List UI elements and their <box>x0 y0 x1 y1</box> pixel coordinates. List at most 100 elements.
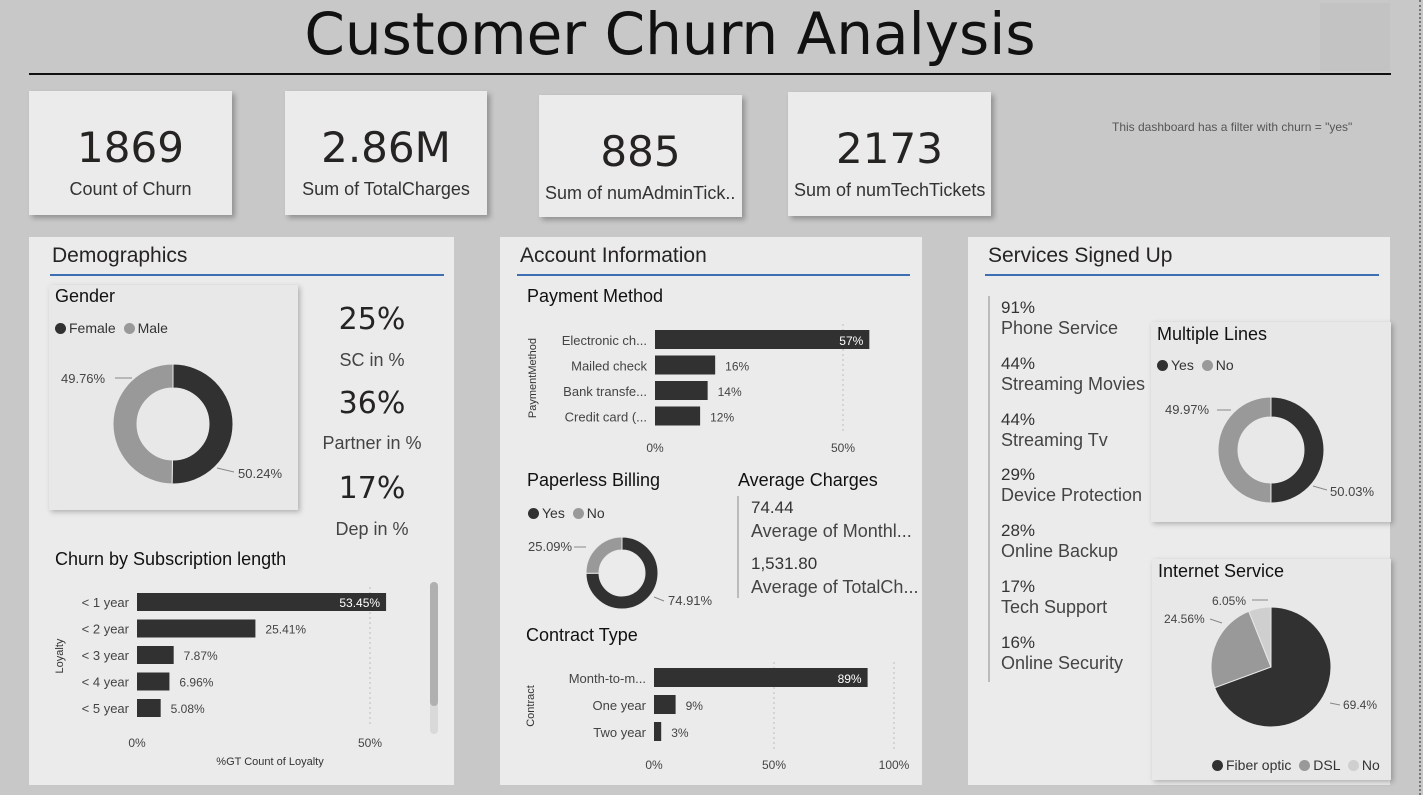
bar[interactable] <box>655 355 716 375</box>
gender-title: Gender <box>55 286 116 306</box>
bar[interactable] <box>654 668 868 687</box>
avg-monthly-label: Average of Monthl... <box>751 521 912 541</box>
kpi-card-total-charges[interactable]: 2.86M Sum of TotalCharges <box>285 91 487 215</box>
leader-line <box>653 596 665 602</box>
x-tick-label: 0% <box>646 441 664 455</box>
dep-label: Dep in % <box>335 519 409 539</box>
legend-dot-dsl <box>1299 760 1311 771</box>
subscription-bar-chart[interactable]: 0% 50% < 1 year 53.45% < 2 year 25.41% < 3 yea… <box>40 585 425 775</box>
category-label: Credit card (... <box>565 410 647 425</box>
category-label: < 2 year <box>82 622 130 637</box>
paperless-slice-no[interactable] <box>585 536 623 574</box>
avg-charges-divider <box>737 496 739 598</box>
bar[interactable] <box>137 699 161 717</box>
kpi-label: Count of Churn <box>69 179 192 199</box>
service-label: Device Protection <box>1001 485 1143 506</box>
paperless-donut[interactable]: 25.09% 74.91% <box>522 525 722 625</box>
paperless-legend[interactable]: Yes No <box>528 505 605 521</box>
service-value: 91% <box>1001 298 1036 317</box>
partner-value: 36% <box>338 386 406 421</box>
subscription-xlabel: %GT Count of Loyalty <box>216 756 324 768</box>
legend-dot-no <box>1201 360 1213 371</box>
data-label: 25.41% <box>265 623 306 637</box>
slice-label-female: 50.24% <box>238 466 283 481</box>
service-value: 28% <box>1001 521 1036 541</box>
data-label: 16% <box>725 360 749 374</box>
filter-note: This dashboard has a filter with churn =… <box>1112 120 1353 134</box>
bar[interactable] <box>655 330 870 349</box>
category-label: Month-to-m... <box>569 671 646 686</box>
contract-bar-chart[interactable]: 0% 50% 100% Month-to-m... 89% One year 9% Two y… <box>540 655 915 777</box>
leader-line <box>216 467 235 473</box>
services-rule <box>985 274 1379 276</box>
leader-line <box>1329 702 1341 706</box>
service-item: 91% Phone Service <box>1001 298 1118 339</box>
category-label: Two year <box>593 725 646 740</box>
bar[interactable] <box>655 381 708 400</box>
category-label: < 1 year <box>82 595 130 610</box>
subscription-title: Churn by Subscription length <box>55 549 287 569</box>
service-item: 28% Online Backup <box>1001 521 1118 562</box>
sc-label: SC in % <box>339 350 405 370</box>
multiple-lines-legend[interactable]: Yes No <box>1157 357 1234 373</box>
bar[interactable] <box>654 695 676 714</box>
category-label: Electronic ch... <box>562 333 647 348</box>
kpi-value: 2173 <box>836 124 943 173</box>
service-label: Online Backup <box>1001 541 1119 562</box>
bar[interactable] <box>655 406 701 426</box>
avg-total-label: Average of TotalCh... <box>751 577 919 597</box>
avg-total-value: 1,531.80 <box>751 554 818 573</box>
kpi-card-tech-tickets[interactable]: 2173 Sum of numTechTickets <box>788 92 991 216</box>
multiple-lines-donut[interactable]: 49.97% 50.03% <box>1151 378 1391 518</box>
data-label: 57% <box>839 334 863 348</box>
bar[interactable] <box>137 619 256 638</box>
slice-label-fiber: 69.4% <box>1343 698 1377 712</box>
services-title: Services Signed Up <box>988 244 1173 267</box>
kpi-card-admin-tickets[interactable]: 885 Sum of numAdminTick... <box>539 95 742 217</box>
title-shade <box>1320 3 1390 71</box>
gender-slice-male[interactable] <box>112 363 174 485</box>
internet-service-pie[interactable]: 6.05% 24.56% 69.4% <box>1152 585 1391 745</box>
avg-charges-title: Average Charges <box>738 470 878 490</box>
kpi-value: 1869 <box>77 123 184 172</box>
demographics-rule <box>50 274 444 276</box>
x-tick-label: 100% <box>879 758 910 772</box>
category-label: One year <box>593 698 647 713</box>
legend-yes: Yes <box>1171 357 1194 373</box>
kpi-label: Sum of numAdminTick... <box>545 183 736 203</box>
payment-bar-chart[interactable]: 0% 50% Electronic ch... 57% Mailed check 16% B… <box>540 322 910 462</box>
category-label: Bank transfe... <box>563 384 647 399</box>
category-label: < 3 year <box>82 648 130 663</box>
service-label: Online Security <box>1001 652 1124 673</box>
payment-ylabel: PaymentMethod <box>527 337 539 419</box>
data-label: 53.45% <box>339 596 380 610</box>
gender-legend[interactable]: Female Male <box>55 320 168 336</box>
service-value: 17% <box>1001 577 1036 596</box>
x-tick-label: 0% <box>128 736 146 750</box>
kpi-value: 885 <box>600 127 681 176</box>
slice-label-male: 49.76% <box>61 371 106 386</box>
legend-dot-female <box>55 323 66 334</box>
contract-ylabel: Contract <box>525 685 537 727</box>
gender-slice-female[interactable] <box>171 363 234 485</box>
title-divider <box>29 73 1391 75</box>
data-label: 89% <box>838 672 862 686</box>
scrollbar-thumb[interactable] <box>430 582 438 706</box>
kpi-card-churn-count[interactable]: 1869 Count of Churn <box>29 91 232 215</box>
bar[interactable] <box>137 672 170 691</box>
gender-donut[interactable]: 49.76% 50.24% <box>49 340 298 500</box>
slice-label-no: 25.09% <box>528 539 573 554</box>
slice-label-no: 6.05% <box>1212 594 1246 608</box>
multiple-lines-slice-no[interactable] <box>1217 396 1272 504</box>
legend-no: No <box>1361 757 1380 773</box>
legend-dot-yes <box>528 508 539 519</box>
bar[interactable] <box>654 722 662 741</box>
subscription-scrollbar[interactable] <box>425 578 443 734</box>
internet-service-legend[interactable]: Fiber optic DSL No <box>1212 757 1380 773</box>
data-label: 5.08% <box>171 702 205 716</box>
x-tick-label: 50% <box>831 441 855 455</box>
bar[interactable] <box>137 646 174 664</box>
legend-male: Male <box>137 320 168 336</box>
service-value: 29% <box>1001 465 1036 485</box>
legend-dsl: DSL <box>1313 757 1340 773</box>
